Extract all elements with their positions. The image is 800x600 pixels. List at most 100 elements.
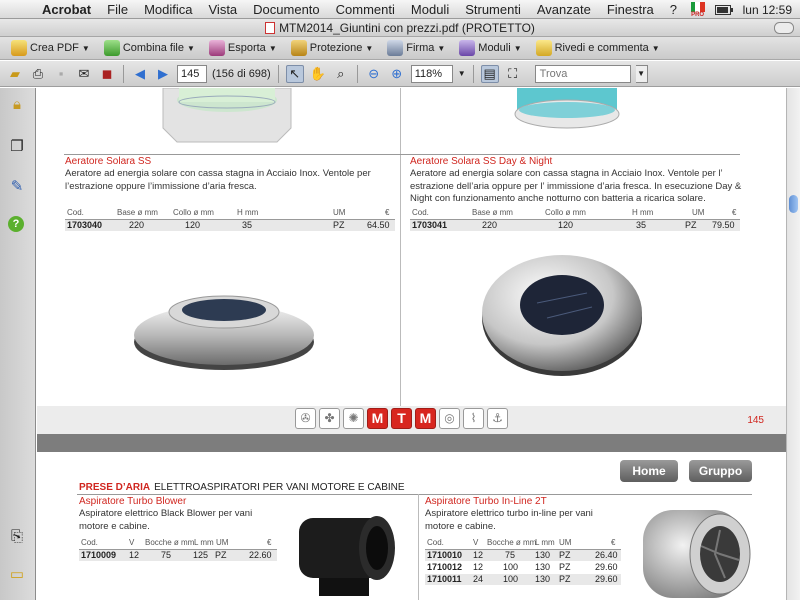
turbo-blower-image: [299, 516, 395, 596]
help-icon[interactable]: ?: [8, 216, 24, 232]
fan-category-icon[interactable]: ✇: [295, 408, 316, 429]
chevron-down-icon: ▼: [365, 43, 374, 53]
section-heading-rest: ELETTROASPIRATORI PER VANI MOTORE E CABI…: [154, 482, 405, 493]
menu-vista[interactable]: Vista: [201, 2, 246, 17]
forms-button[interactable]: Moduli ▼: [454, 38, 526, 58]
product-description: Aeratore ad energia solare con cassa sta…: [410, 168, 742, 204]
lock-icon[interactable]: 🔒︎: [8, 96, 26, 114]
fit-page-icon[interactable]: ⛶: [504, 65, 522, 83]
pdf-file-icon: [265, 22, 276, 34]
combine-files-label: Combina file: [122, 42, 184, 54]
search-input[interactable]: Trova: [534, 64, 631, 83]
menu-help[interactable]: ?: [662, 2, 685, 17]
menu-file[interactable]: File: [99, 2, 136, 17]
export-label: Esporta: [227, 42, 266, 54]
menu-app[interactable]: Acrobat: [34, 2, 99, 17]
cell: 130: [535, 550, 551, 560]
header-cell: UM: [333, 208, 346, 217]
header-cell: Bocche ø mm: [145, 538, 195, 547]
header-cell: L mm: [194, 538, 214, 547]
cell: 100: [503, 562, 519, 572]
attachments-icon[interactable]: ⎘: [8, 528, 26, 546]
email-icon[interactable]: ✉: [75, 65, 93, 83]
chevron-down-icon: ▼: [268, 43, 277, 53]
propeller-category-icon[interactable]: ✤: [319, 408, 340, 429]
chevron-down-icon: ▼: [437, 43, 446, 53]
combine-files-button[interactable]: Combina file ▼: [99, 38, 200, 58]
table-row: 1703041 220 120 35 PZ 79.50: [410, 220, 740, 231]
review-comment-button[interactable]: Rivedi e commenta ▼: [531, 38, 665, 58]
vent-top-image-left: [162, 88, 292, 143]
export-button[interactable]: Esporta ▼: [204, 38, 282, 58]
cell: 12: [473, 550, 484, 560]
header-cell: H mm: [237, 208, 259, 217]
sign-button[interactable]: Firma ▼: [382, 38, 450, 58]
toolbar-toggle-icon[interactable]: [774, 22, 794, 34]
print-icon[interactable]: ⎙: [29, 65, 47, 83]
italy-flag-icon: [690, 1, 705, 12]
table-row: 1710010 12 75 130 PZ 26.40: [425, 550, 621, 561]
product-description: Aspiratore elettrico Black Blower per va…: [79, 508, 253, 532]
section-heading-red: PRESE D’ARIA: [79, 482, 151, 493]
previous-page-icon[interactable]: ◀: [131, 65, 149, 83]
pages-icon[interactable]: ❐: [8, 138, 26, 156]
menu-moduli[interactable]: Moduli: [403, 2, 457, 17]
document-view[interactable]: Aeratore Solara SS Aeratore ad energia s…: [37, 88, 786, 600]
security-envelope-icon[interactable]: ◼: [98, 65, 116, 83]
zoom-level-input[interactable]: 118%: [410, 64, 453, 83]
pen-icon: [387, 40, 404, 56]
header-cell: UM: [692, 208, 705, 217]
select-tool-icon[interactable]: ↖: [285, 64, 304, 83]
lifebuoy-category-icon[interactable]: ◎: [439, 408, 460, 429]
cell: PZ: [333, 220, 345, 230]
save-icon[interactable]: ▪: [52, 65, 70, 83]
marquee-zoom-icon[interactable]: ⌕: [332, 65, 350, 83]
next-page-icon[interactable]: ▶: [154, 65, 172, 83]
cell-price: 26.40: [595, 550, 618, 560]
zoom-in-icon[interactable]: ⊕: [388, 65, 406, 83]
battery-icon[interactable]: [714, 4, 733, 16]
zoom-dropdown-icon[interactable]: ▼: [458, 69, 466, 78]
scrolling-mode-icon[interactable]: ▤: [480, 64, 499, 83]
rope-category-icon[interactable]: ⌇: [463, 408, 484, 429]
menu-avanzate[interactable]: Avanzate: [529, 2, 599, 17]
open-folder-icon[interactable]: ▰: [6, 65, 24, 83]
toolbar-separator: [123, 64, 124, 83]
menu-documento[interactable]: Documento: [245, 2, 327, 17]
anchor-category-icon[interactable]: ⚓︎: [487, 408, 508, 429]
category-m2[interactable]: M: [415, 408, 436, 429]
category-m[interactable]: M: [367, 408, 388, 429]
input-language-icon[interactable]: PRO: [690, 1, 705, 18]
product-description: Aeratore ad energia solare con cassa sta…: [65, 168, 371, 192]
home-button[interactable]: Home: [620, 460, 678, 482]
create-pdf-button[interactable]: Crea PDF ▼: [6, 38, 95, 58]
protection-button[interactable]: Protezione ▼: [286, 38, 379, 58]
scrollbar-thumb[interactable]: [789, 195, 798, 213]
category-t[interactable]: T: [391, 408, 412, 429]
cell: 220: [129, 220, 145, 230]
signature-icon[interactable]: ✎: [8, 178, 26, 196]
hand-tool-icon[interactable]: ✋: [309, 65, 327, 83]
cell-code: 1710009: [81, 550, 117, 560]
menu-commenti[interactable]: Commenti: [328, 2, 403, 17]
menu-strumenti[interactable]: Strumenti: [457, 2, 529, 17]
table-header: Cod. V Bocche ø mm L mm UM €: [79, 538, 277, 549]
forms-icon: [459, 40, 476, 56]
table-row: 1710009 12 75 125 PZ 22.60: [79, 550, 277, 561]
cell: 35: [242, 220, 253, 230]
sign-label: Firma: [406, 42, 435, 54]
gruppo-button[interactable]: Gruppo: [689, 460, 752, 482]
header-cell: Cod.: [67, 208, 84, 217]
search-dropdown-icon[interactable]: ▼: [635, 64, 648, 83]
zoom-out-icon[interactable]: ⊖: [365, 65, 383, 83]
wheel-category-icon[interactable]: ✺: [343, 408, 364, 429]
clock[interactable]: lun 12:59: [743, 3, 792, 17]
header-cell: V: [473, 538, 479, 547]
page-number-input[interactable]: 145: [177, 64, 207, 83]
product-description: Aspiratore elettrico turbo in-line per v…: [425, 508, 593, 532]
menu-finestra[interactable]: Finestra: [599, 2, 662, 17]
vertical-scrollbar[interactable]: [786, 88, 800, 600]
menu-modifica[interactable]: Modifica: [136, 2, 200, 17]
comments-icon[interactable]: ▭: [8, 566, 26, 584]
cell: 100: [503, 574, 519, 584]
